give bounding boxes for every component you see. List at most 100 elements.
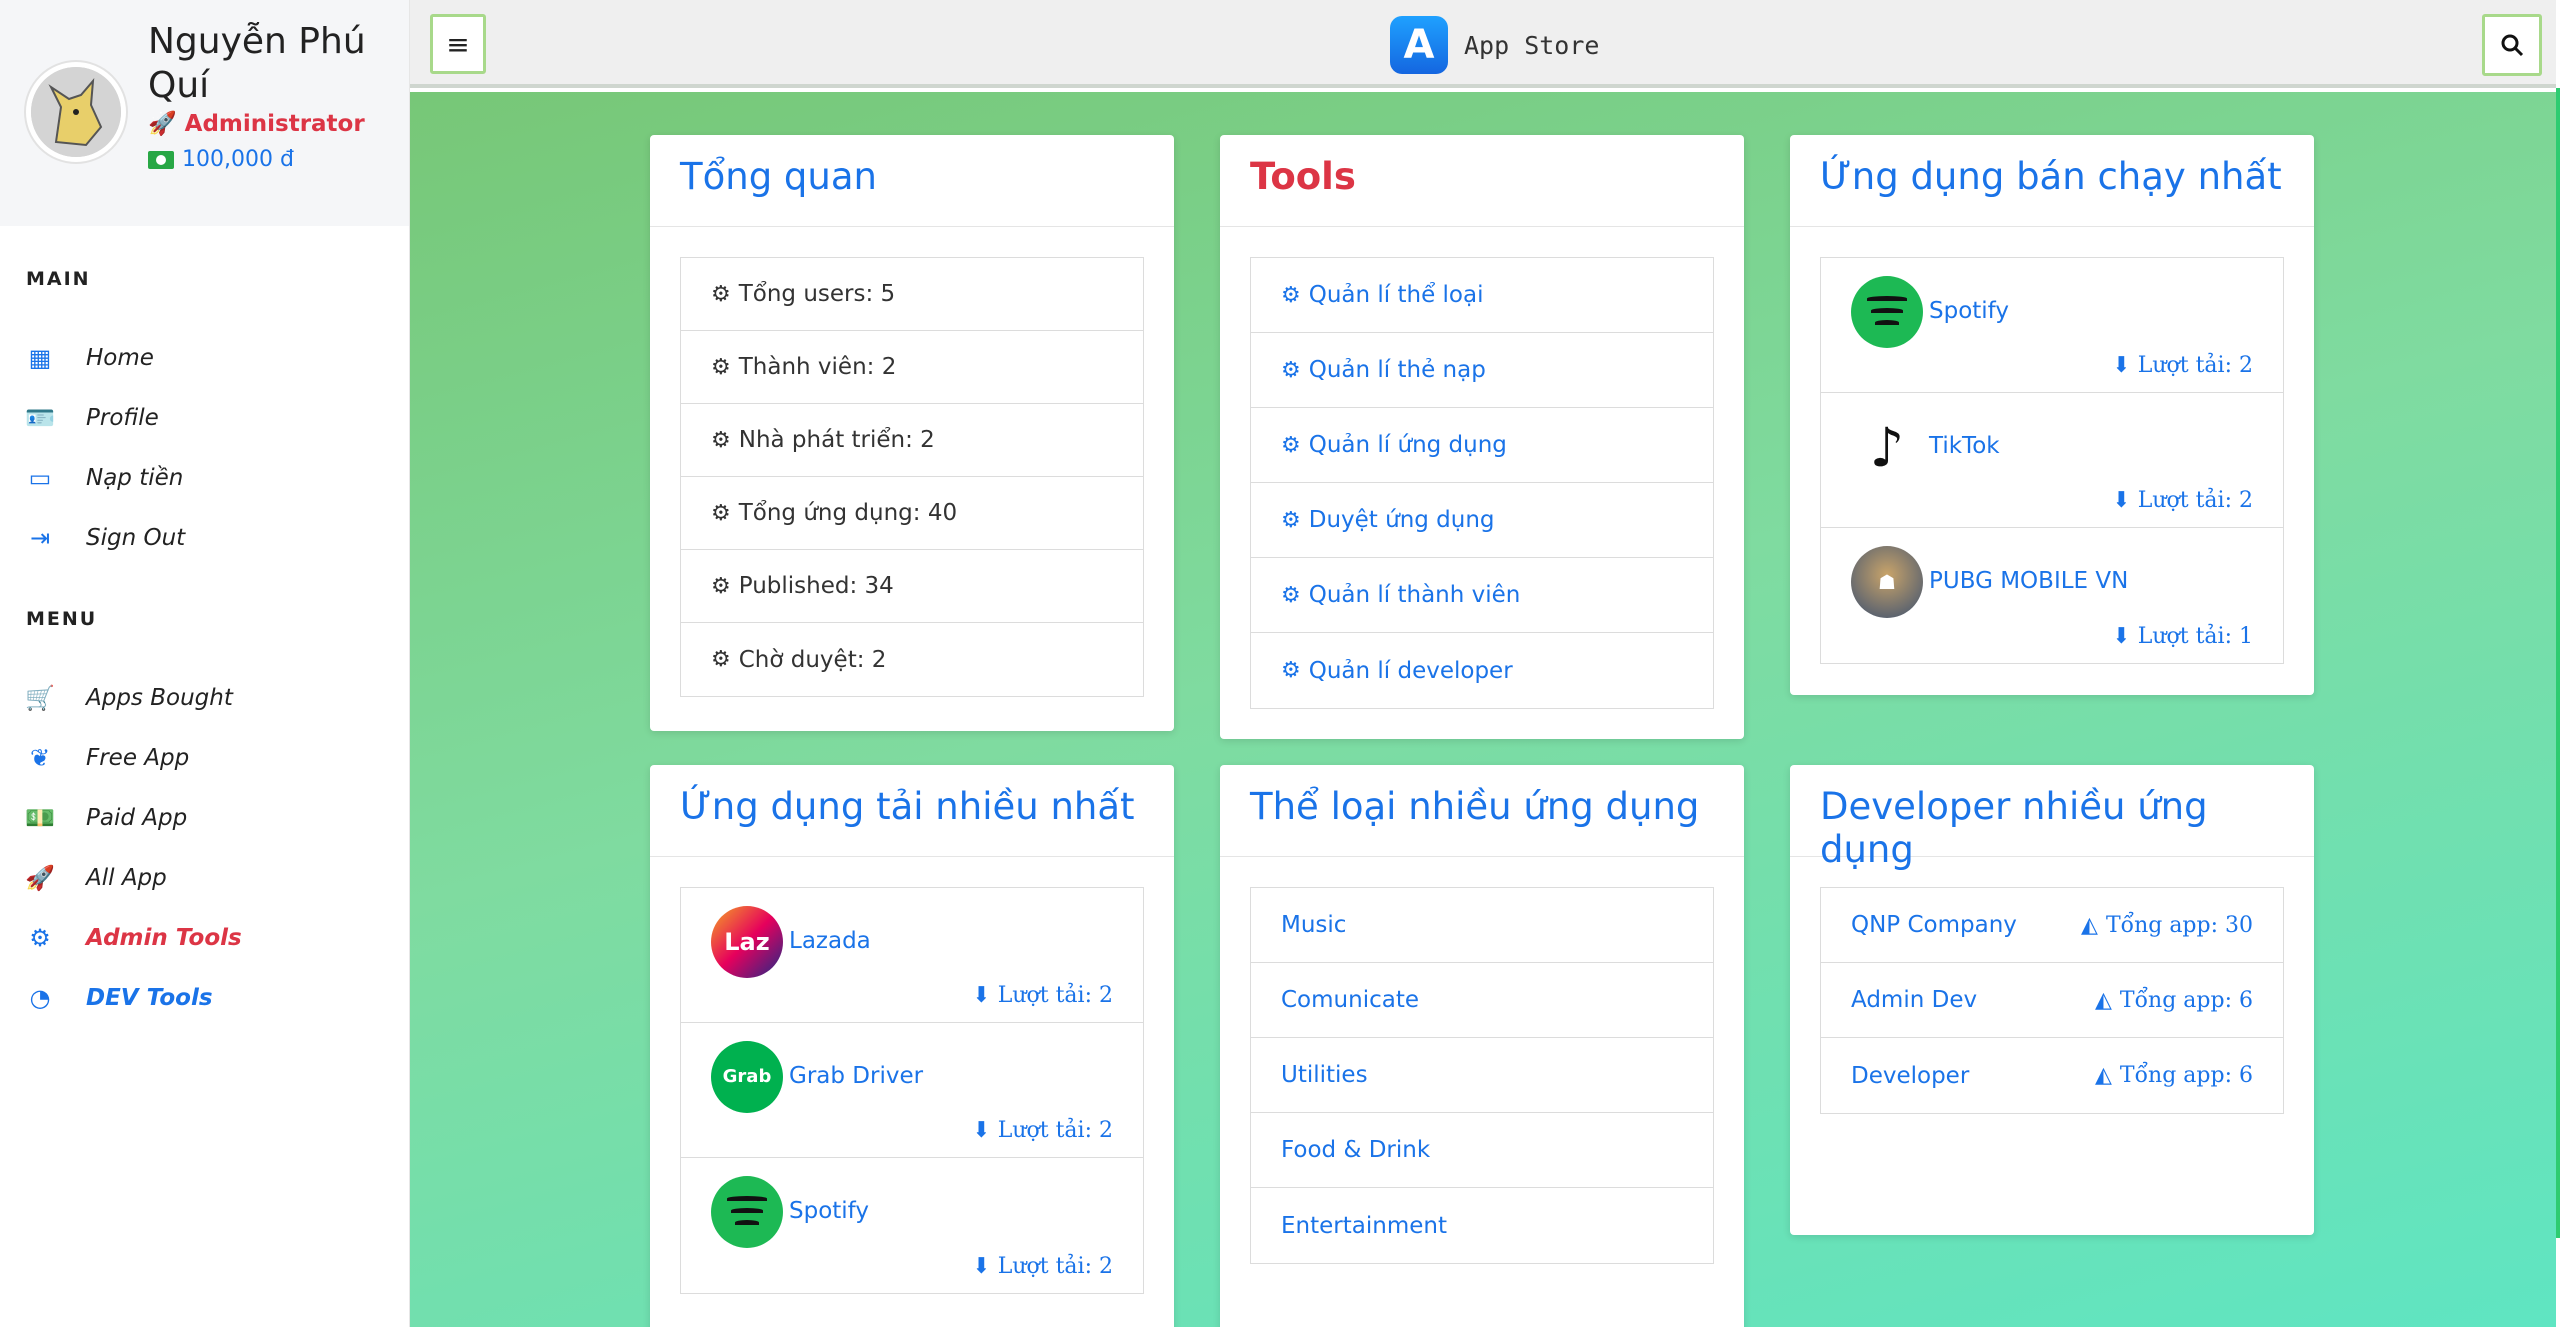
sidebar-item-home[interactable]: ▦ Home [26,338,154,378]
developer-row[interactable]: QNP Company ◭ Tổng app: 30 [1821,888,2283,963]
user-balance: 100,000 đ [148,147,294,172]
stat-label: Published: 34 [738,573,894,599]
user-role-label: Administrator [184,110,365,137]
dashboard: Tổng quan ⚙ Tổng users: 5 ⚙ Thành viên: 2 … [410,92,2556,1327]
stat-label: Chờ duyệt: 2 [738,646,887,673]
app-row-tiktok[interactable]: ♪ TikTok ⬇ Lượt tải: 2 [1821,393,2283,528]
download-count: ⬇ Lượt tải: 2 [2112,488,2253,513]
category-item[interactable]: Comunicate [1251,963,1713,1038]
gears-icon: ⚙ [1281,582,1301,608]
search-icon [2501,34,2524,57]
avatar[interactable] [26,62,126,162]
sidebar-item-profile[interactable]: 🪪 Profile [25,398,159,438]
developer-app-count: ◭ Tổng app: 6 [2095,988,2253,1013]
overview-card: Tổng quan ⚙ Tổng users: 5 ⚙ Thành viên: 2 … [650,135,1174,731]
pie-chart-icon: ◔ [29,984,51,1012]
sidebar-item-dev-tools[interactable]: ◔ DEV Tools [26,978,213,1018]
cart-icon: 🛒 [25,684,55,712]
sidebar-item-paid-app[interactable]: 💵 Paid App [25,798,187,838]
sidebar-item-label: DEV Tools [86,985,213,1011]
sidebar-item-sign-out[interactable]: ⇥ Sign Out [26,518,185,558]
sidebar-item-admin-tools[interactable]: ⚙ Admin Tools [26,918,241,958]
developer-name[interactable]: Admin Dev [1851,987,1977,1013]
app-name[interactable]: Spotify [789,1198,869,1224]
developer-name[interactable]: Developer [1851,1063,1969,1089]
gears-icon: ⚙ [711,500,731,526]
sidebar-item-label: Free App [86,745,190,771]
download-label: Lượt tải: 1 [2137,624,2253,649]
app-name[interactable]: PUBG MOBILE VN [1929,568,2128,594]
user-role: 🚀 Administrator [148,110,365,138]
app-name[interactable]: Grab Driver [789,1063,923,1089]
gears-icon: ⚙ [1281,432,1301,458]
section-main: MAIN [26,268,91,290]
user-balance-value: 100,000 đ [182,147,294,172]
app-name[interactable]: TikTok [1929,433,2000,459]
gears-icon: ⚙ [711,647,731,672]
developer-count-label: Tổng app: 6 [2119,1063,2253,1088]
money-icon: 💵 [25,804,55,832]
grid-icon: ▦ [28,344,52,372]
developers-list: QNP Company ◭ Tổng app: 30 Admin Dev ◭ Tổn… [1820,887,2284,1114]
tool-manage-members[interactable]: ⚙ Quản lí thành viên [1251,558,1713,633]
app-row-spotify[interactable]: Spotify ⬇ Lượt tải: 2 [681,1158,1143,1293]
tool-label: Duyệt ứng dụng [1308,507,1495,533]
stat-pending: ⚙ Chờ duyệt: 2 [681,623,1143,696]
app-row-lazada[interactable]: Laz Lazada ⬇ Lượt tải: 2 [681,888,1143,1023]
app-row-grab-driver[interactable]: Grab Grab Driver ⬇ Lượt tải: 2 [681,1023,1143,1158]
money-icon [148,150,174,169]
developer-count-label: Tổng app: 30 [2105,912,2253,938]
download-label: Lượt tải: 2 [997,983,1113,1008]
stat-total-users: ⚙ Tổng users: 5 [681,258,1143,331]
app-row-pubg[interactable]: ☗ PUBG MOBILE VN ⬇ Lượt tải: 1 [1821,528,2283,663]
menu-toggle-button[interactable]: ≡ [430,14,486,74]
rocket-icon: 🚀 [25,864,55,892]
tool-manage-cards[interactable]: ⚙ Quản lí thẻ nạp [1251,333,1713,408]
category-item[interactable]: Music [1251,888,1713,963]
tool-manage-apps[interactable]: ⚙ Quản lí ứng dụng [1251,408,1713,483]
developer-name[interactable]: QNP Company [1851,912,2017,938]
developer-app-count: ◭ Tổng app: 6 [2095,1063,2253,1088]
stat-label: Tổng users: 5 [738,281,896,307]
download-icon: ⬇ [2112,353,2131,378]
stat-members: ⚙ Thành viên: 2 [681,331,1143,404]
gears-icon: ⚙ [711,427,731,453]
bestsellers-list: Spotify ⬇ Lượt tải: 2 ♪ TikTok ⬇ Lượt tả… [1820,257,2284,664]
gears-icon: ⚙ [711,573,731,599]
download-count: ⬇ Lượt tải: 2 [2112,353,2253,378]
sidebar: Nguyễn Phú Quí 🚀 Administrator 100,000 đ… [0,0,410,1327]
sidebar-item-all-app[interactable]: 🚀 All App [25,858,167,898]
gears-icon: ⚙ [1281,282,1301,308]
tool-approve-apps[interactable]: ⚙ Duyệt ứng dụng [1251,483,1713,558]
app-name[interactable]: Lazada [789,928,871,954]
app-name[interactable]: Spotify [1929,298,2009,324]
tool-label: Quản lí ứng dụng [1308,432,1507,458]
category-item[interactable]: Utilities [1251,1038,1713,1113]
download-label: Lượt tải: 2 [997,1118,1113,1143]
app-row-spotify[interactable]: Spotify ⬇ Lượt tải: 2 [1821,258,2283,393]
sidebar-item-apps-bought[interactable]: 🛒 Apps Bought [25,678,233,718]
sidebar-item-nap-tien[interactable]: ▭ Nạp tiền [26,458,184,498]
tool-label: Quản lí thành viên [1308,582,1521,608]
brand[interactable]: A App Store [1390,16,1599,74]
search-button[interactable] [2482,14,2542,76]
download-icon: ⬇ [2112,624,2131,649]
pubg-icon: ☗ [1851,546,1923,618]
developer-app-count: ◭ Tổng app: 30 [2081,913,2253,938]
category-item[interactable]: Entertainment [1251,1188,1713,1263]
developer-count-label: Tổng app: 6 [2119,987,2253,1013]
tool-manage-developers[interactable]: ⚙ Quản lí developer [1251,633,1713,708]
scrollbar[interactable] [2556,88,2560,1238]
user-name: Nguyễn Phú Quí [148,21,366,106]
area-chart-icon: ◭ [2095,987,2112,1013]
gears-icon: ⚙ [1281,658,1301,683]
developer-row[interactable]: Admin Dev ◭ Tổng app: 6 [1821,963,2283,1038]
user-box: Nguyễn Phú Quí 🚀 Administrator 100,000 đ [0,0,409,226]
developer-row[interactable]: Developer ◭ Tổng app: 6 [1821,1038,2283,1113]
sidebar-item-free-app[interactable]: ❦ Free App [26,738,189,778]
tool-manage-categories[interactable]: ⚙ Quản lí thể loại [1251,258,1713,333]
category-item[interactable]: Food & Drink [1251,1113,1713,1188]
stat-label: Thành viên: 2 [738,354,897,380]
tool-label: Quản lí thể loại [1308,282,1484,308]
sidebar-item-label: All App [86,865,167,891]
